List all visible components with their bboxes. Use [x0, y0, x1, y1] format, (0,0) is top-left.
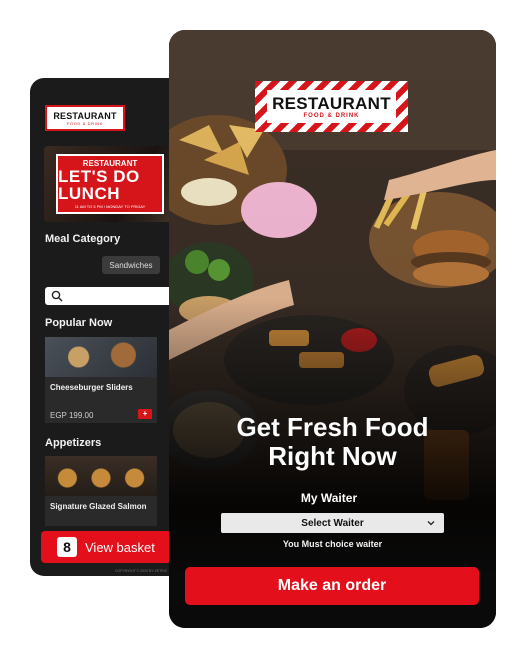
appetizer-item-card[interactable]: Signature Glazed Salmon	[45, 456, 157, 526]
search-icon	[51, 290, 63, 302]
logo-text: RESTAURANT	[53, 110, 117, 121]
item-price: EGP 199.00	[50, 411, 94, 420]
brand-logo: RESTAURANT FOOD & DRINK	[45, 105, 125, 131]
page-title: Get Fresh Food Right Now	[169, 413, 496, 471]
appetizers-title: Appetizers	[45, 437, 102, 449]
waiter-select[interactable]: Select Waiter	[221, 513, 444, 533]
popular-now-title: Popular Now	[45, 317, 113, 329]
promo-headline: LET'S DO LUNCH	[58, 167, 140, 203]
item-image	[45, 337, 157, 377]
waiter-hint: You Must choice waiter	[282, 539, 383, 549]
headline-line-2: Right Now	[268, 441, 397, 471]
item-name: Cheeseburger Sliders	[50, 383, 133, 392]
headline-line-1: Get Fresh Food	[236, 412, 429, 442]
welcome-screen: RESTAURANT FOOD & DRINK Get Fresh Food R…	[169, 30, 496, 628]
logo-sub: FOOD & DRINK	[66, 120, 104, 126]
view-basket-label: View basket	[85, 539, 155, 555]
waiter-label: My Waiter	[300, 491, 358, 505]
menu-screen: RESTAURANT FOOD & DRINK RESTAURANT LET'S…	[30, 78, 190, 576]
meal-category-title: Meal Category	[45, 233, 121, 245]
logo-sub: FOOD & DRINK	[303, 112, 360, 119]
promo-fineprint: 11 AM TO 5 PM / MONDAY TO FRIDAY	[74, 204, 146, 209]
view-basket-button[interactable]: 8 View basket	[41, 531, 171, 563]
chevron-down-icon	[427, 521, 435, 526]
waiter-select-value: Select Waiter	[301, 517, 364, 529]
footer-copyright: COPYRIGHT © 2020 BY ZETRIX	[115, 569, 168, 573]
category-chip-sandwiches[interactable]: Sandwiches	[102, 256, 160, 274]
promo-badge: RESTAURANT LET'S DO LUNCH 11 AM TO 5 PM …	[56, 154, 164, 214]
logo-text: RESTAURANT	[272, 93, 391, 113]
add-to-cart-icon[interactable]: +	[138, 409, 152, 419]
logo-inner: RESTAURANT FOOD & DRINK	[267, 90, 396, 123]
item-image	[45, 456, 157, 496]
basket-count: 8	[57, 537, 77, 557]
brand-logo: RESTAURANT FOOD & DRINK	[255, 81, 408, 132]
make-order-button[interactable]: Make an order	[185, 567, 479, 605]
item-name: Signature Glazed Salmon	[50, 502, 147, 511]
